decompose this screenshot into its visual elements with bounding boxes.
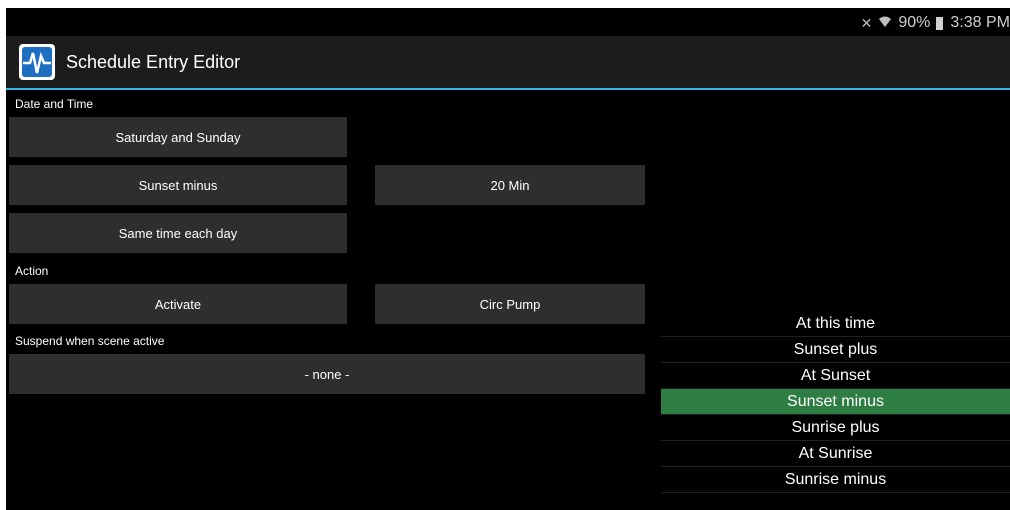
offset-button[interactable]: 20 Min (375, 165, 645, 205)
wifi-icon (878, 15, 892, 31)
time-mode-picker: At this time Sunset plus At Sunset Sunse… (661, 311, 1010, 493)
picker-item[interactable]: Sunrise minus (661, 467, 1010, 493)
date-time-heading: Date and Time (15, 97, 94, 111)
action-bar: Schedule Entry Editor (6, 36, 1010, 90)
battery-percent: 90% (898, 14, 931, 31)
repeat-button[interactable]: Same time each day (9, 213, 347, 253)
picker-item[interactable]: Sunset plus (661, 337, 1010, 363)
status-bar: ✕ 90% 3:38 PM (6, 8, 1010, 36)
time-mode-button[interactable]: Sunset minus (9, 165, 347, 205)
action-target-button[interactable]: Circ Pump (375, 284, 645, 324)
suspend-scene-button[interactable]: - none - (9, 354, 645, 394)
mute-icon: ✕ (860, 14, 873, 31)
days-button[interactable]: Saturday and Sunday (9, 117, 347, 157)
picker-item[interactable]: At this time (661, 311, 1010, 337)
clock: 3:38 PM (950, 14, 1010, 31)
battery-icon (936, 16, 944, 30)
picker-item[interactable]: At Sunset (661, 363, 1010, 389)
app-logo-icon[interactable] (19, 44, 55, 80)
action-heading: Action (15, 264, 49, 278)
status-indicators: ✕ 90% 3:38 PM (861, 14, 1010, 32)
picker-item-selected[interactable]: Sunset minus (661, 389, 1010, 415)
picker-item[interactable]: At Sunrise (661, 441, 1010, 467)
app-screen: ✕ 90% 3:38 PM Schedule Entry Editor Date… (6, 8, 1010, 510)
suspend-heading: Suspend when scene active (15, 334, 165, 348)
picker-item[interactable]: Sunrise plus (661, 415, 1010, 441)
page-title: Schedule Entry Editor (66, 52, 241, 72)
action-button[interactable]: Activate (9, 284, 347, 324)
